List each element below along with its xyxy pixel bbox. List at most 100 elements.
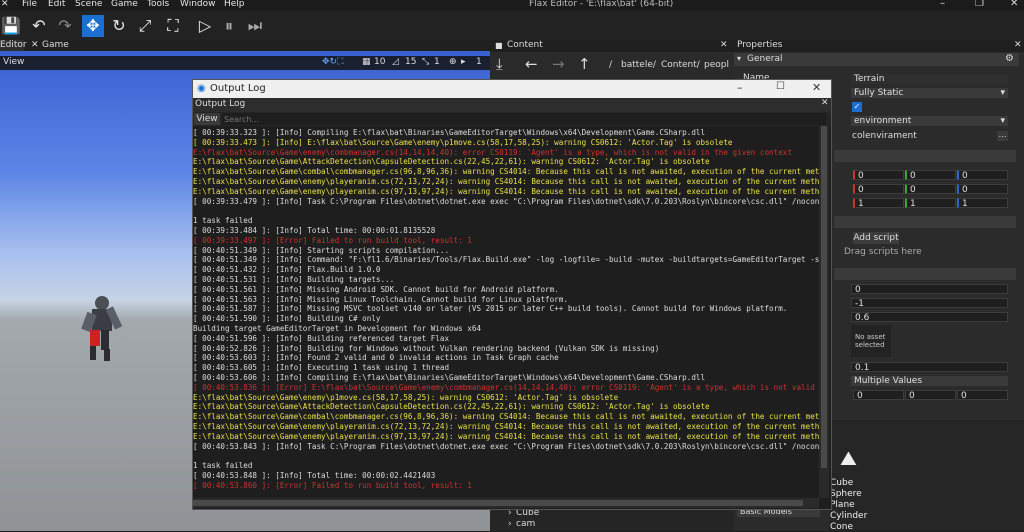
number-field[interactable]: 0: [851, 284, 1008, 295]
gear-icon[interactable]: ⚙: [1005, 53, 1014, 64]
tag-edit-button[interactable]: …: [997, 131, 1008, 141]
path-segment[interactable]: /: [609, 60, 612, 70]
scale-gizmo-icon[interactable]: ⤢: [134, 15, 156, 37]
output-minimize-button[interactable]: –: [737, 81, 743, 94]
grid-snap-value[interactable]: 10: [374, 57, 385, 67]
minimize-button[interactable]: –: [940, 0, 945, 9]
redo-icon[interactable]: ↷: [54, 15, 76, 37]
maximize-button[interactable]: ❐: [975, 0, 984, 9]
translate-gizmo-icon[interactable]: ✥: [82, 15, 104, 37]
multiple-values-dropdown[interactable]: Multiple Values: [851, 376, 1008, 386]
tab-editor[interactable]: Editor: [0, 40, 27, 51]
menu-game[interactable]: Game: [111, 0, 138, 9]
rotate-snap-icon[interactable]: ◿: [392, 57, 399, 67]
menu-scene[interactable]: Scene: [75, 0, 102, 9]
vector-z[interactable]: 0: [957, 390, 1008, 401]
number-field[interactable]: 0.1: [851, 362, 1008, 373]
undo-icon[interactable]: ↶: [28, 15, 50, 37]
flax-logo-icon[interactable]: ✕: [1, 0, 9, 9]
transform-space-icon[interactable]: ✥↻⛶: [322, 57, 343, 67]
menu-tools[interactable]: Tools: [147, 0, 169, 9]
forward-icon[interactable]: →: [552, 55, 565, 73]
scale-snap-value[interactable]: 1: [434, 57, 440, 67]
static-flags-dropdown[interactable]: Fully Static ▾: [851, 88, 1008, 98]
step-icon[interactable]: ⏭: [244, 15, 266, 37]
model-list-item[interactable]: Plane: [830, 500, 855, 510]
layer-dropdown[interactable]: environment ▾: [851, 116, 1008, 126]
output-log-tab-label[interactable]: Output Log: [195, 99, 245, 109]
camera-speed-value[interactable]: 1: [476, 57, 482, 67]
scripts-section-header[interactable]: [834, 216, 1016, 228]
menu-edit[interactable]: Edit: [48, 0, 65, 9]
menu-file[interactable]: File: [22, 0, 37, 9]
tree-item[interactable]: cam: [516, 519, 535, 529]
close-icon[interactable]: ✕: [31, 40, 39, 51]
scale-z[interactable]: 1: [957, 198, 1008, 209]
properties-tab-label[interactable]: Properties: [737, 40, 782, 50]
rotation-y[interactable]: 0: [905, 184, 956, 195]
tree-chevron-icon[interactable]: ›: [508, 519, 512, 529]
position-y[interactable]: 0: [905, 170, 956, 181]
rotation-z[interactable]: 0: [957, 184, 1008, 195]
menu-window[interactable]: Window: [180, 0, 216, 9]
active-checkbox[interactable]: ✓: [852, 102, 862, 112]
globe-icon[interactable]: ⊕: [449, 57, 457, 67]
rotate-gizmo-icon[interactable]: ↻: [108, 15, 130, 37]
import-icon[interactable]: ⤓: [496, 55, 503, 73]
number-field[interactable]: 0.6: [851, 312, 1008, 323]
position-x[interactable]: 0: [853, 170, 904, 181]
log-text-area[interactable]: [ 00:39:33.323 ]: [Info] Compiling E:\fl…: [193, 128, 819, 498]
log-line: [ 00:39:33.479 ]: [Info] Task C:\Program…: [193, 196, 819, 206]
up-icon[interactable]: ↑: [578, 55, 591, 73]
properties-close-icon[interactable]: ✕: [1014, 40, 1022, 50]
rotation-x[interactable]: 0: [853, 184, 904, 195]
scale-y[interactable]: 1: [905, 198, 956, 209]
transform-section-header[interactable]: [834, 150, 1016, 162]
add-script-button[interactable]: Add script: [853, 232, 899, 244]
content-tab-label[interactable]: Content: [507, 40, 543, 50]
output-maximize-button[interactable]: ☐: [776, 81, 785, 92]
model-list-item[interactable]: Sphere: [830, 489, 862, 499]
name-field[interactable]: Terrain: [851, 74, 1008, 84]
path-segment[interactable]: battele/: [621, 60, 656, 70]
tab-game[interactable]: Game: [42, 40, 69, 51]
output-tab-close-icon[interactable]: ✕: [821, 98, 829, 108]
vertical-scrollbar[interactable]: [819, 126, 829, 498]
scale-x[interactable]: 1: [853, 198, 904, 209]
number-field[interactable]: -1: [851, 298, 1008, 309]
horizontal-scrollbar[interactable]: [193, 498, 819, 508]
menu-help[interactable]: Help: [224, 0, 245, 9]
search-input[interactable]: [222, 113, 826, 125]
general-section-header[interactable]: ▾ General ⚙: [734, 53, 1019, 66]
save-icon[interactable]: 💾: [0, 15, 22, 37]
log-line: [ 00:39:33.473 ]: [Info] E:\flax\bat\Sou…: [193, 137, 733, 147]
path-segment[interactable]: peopl: [704, 60, 729, 70]
asset-picker[interactable]: No asset selected: [851, 325, 891, 357]
terrain-section-header[interactable]: [834, 268, 1016, 280]
menu-bar: ✕ File Edit Scene Game Tools Window Help…: [0, 0, 1024, 11]
grid-snap-icon[interactable]: ▦: [362, 57, 371, 67]
vector-x[interactable]: 0: [853, 390, 904, 401]
log-line: [ 00:40:52.826 ]: [Info] Building for Wi…: [193, 343, 660, 353]
back-icon[interactable]: ←: [525, 55, 538, 73]
vector-y[interactable]: 0: [905, 390, 956, 401]
scrollbar-thumb[interactable]: [821, 126, 827, 468]
scrollbar-thumb[interactable]: [193, 500, 803, 506]
view-button[interactable]: View: [194, 113, 220, 125]
position-z[interactable]: 0: [957, 170, 1008, 181]
output-log-titlebar[interactable]: ◉ Output Log – ☐ ✕: [193, 80, 831, 98]
model-list-item[interactable]: Cube: [830, 478, 853, 488]
close-button[interactable]: ✕: [1010, 0, 1018, 9]
output-close-button[interactable]: ✕: [812, 81, 821, 94]
play-icon[interactable]: ▷: [194, 15, 216, 37]
content-close-icon[interactable]: ✕: [720, 40, 728, 50]
model-list-item[interactable]: Cylinder: [830, 511, 867, 521]
path-segment[interactable]: Content/: [661, 60, 700, 70]
view-menu-button[interactable]: View: [3, 57, 24, 67]
camera-icon[interactable]: ▸: [461, 57, 466, 67]
rotate-snap-value[interactable]: 15: [405, 57, 416, 67]
focus-icon[interactable]: ⛶: [162, 15, 184, 37]
log-line: E:\flax\bat\Source\Game\enemy\playeranim…: [193, 431, 819, 441]
pause-icon[interactable]: ⏸: [218, 15, 240, 37]
scale-snap-icon[interactable]: ⤡: [422, 57, 429, 67]
